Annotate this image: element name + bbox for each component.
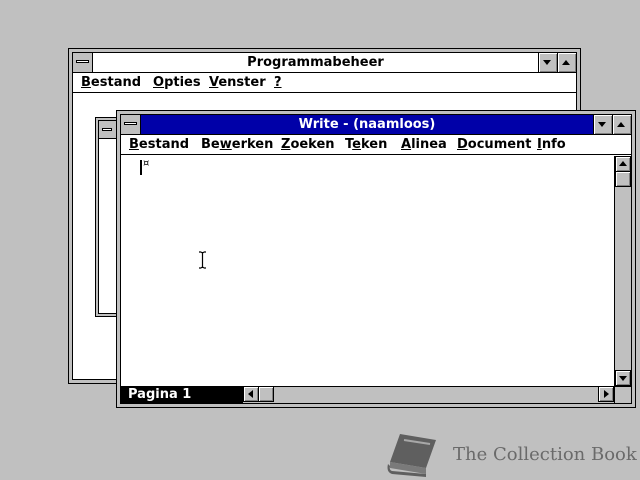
arrow-up-icon: [619, 161, 627, 166]
pm-menu-opties[interactable]: Opties: [153, 75, 201, 90]
arrow-down-icon: [619, 376, 627, 381]
maximize-icon: [617, 122, 625, 127]
watermark-text: The Collection Book: [453, 444, 637, 465]
program-manager-system-menu-button[interactable]: [73, 53, 93, 72]
scroll-left-button[interactable]: [243, 386, 259, 402]
horizontal-scrollbar[interactable]: [243, 386, 614, 403]
write-menu-alinea[interactable]: Alinea: [401, 137, 447, 152]
write-menubar: Bestand Bewerken Zoeken Teken Alinea Doc…: [121, 135, 631, 155]
write-system-menu-button[interactable]: [121, 115, 141, 134]
pm-menu-help[interactable]: ?: [274, 75, 282, 90]
program-group-system-menu-button[interactable]: [99, 121, 117, 139]
write-menu-bestand[interactable]: Bestand: [129, 137, 189, 152]
vertical-scroll-thumb[interactable]: [615, 171, 631, 187]
vertical-scrollbar[interactable]: [614, 156, 631, 386]
document-area[interactable]: ¤: [121, 156, 614, 386]
book-icon: [387, 434, 436, 477]
write-window[interactable]: Write - (naamloos) Bestand Bewerken Zoek…: [116, 110, 636, 408]
horizontal-scroll-thumb[interactable]: [258, 386, 274, 402]
scroll-right-button[interactable]: [598, 386, 614, 402]
pm-menu-bestand[interactable]: Bestand: [81, 75, 141, 90]
program-manager-title: Programmabeheer: [247, 55, 384, 70]
maximize-icon: [562, 60, 570, 65]
write-client: Write - (naamloos) Bestand Bewerken Zoek…: [120, 114, 632, 404]
page-indicator: Pagina 1: [128, 387, 192, 402]
write-minimize-button[interactable]: [593, 115, 612, 134]
program-manager-menubar: Bestand Opties Venster ?: [73, 73, 576, 93]
write-menu-teken[interactable]: Teken: [345, 137, 387, 152]
scrollbar-corner: [614, 386, 631, 403]
write-menu-info[interactable]: Info: [537, 137, 566, 152]
system-menu-icon: [102, 128, 112, 131]
status-area: Pagina 1: [121, 386, 243, 403]
program-manager-maximize-button[interactable]: [557, 53, 576, 72]
ibeam-cursor-icon: [199, 251, 206, 269]
system-menu-icon: [76, 60, 89, 63]
write-menu-zoeken[interactable]: Zoeken: [281, 137, 335, 152]
arrow-left-icon: [248, 390, 253, 398]
text-cursor: [140, 160, 142, 175]
minimize-icon: [598, 122, 606, 127]
write-menu-document[interactable]: Document: [457, 137, 532, 152]
write-maximize-button[interactable]: [612, 115, 631, 134]
write-title: Write - (naamloos): [298, 117, 436, 132]
program-manager-titlebar[interactable]: Programmabeheer: [73, 53, 576, 73]
end-of-document-mark: ¤: [143, 158, 150, 169]
minimize-icon: [543, 60, 551, 65]
write-titlebar[interactable]: Write - (naamloos): [121, 115, 631, 135]
system-menu-icon: [124, 122, 137, 125]
program-manager-minimize-button[interactable]: [538, 53, 557, 72]
pm-menu-venster[interactable]: Venster: [209, 75, 266, 90]
scroll-down-button[interactable]: [615, 370, 631, 386]
arrow-right-icon: [604, 390, 609, 398]
scroll-up-button[interactable]: [615, 156, 631, 172]
write-menu-bewerken[interactable]: Bewerken: [201, 137, 273, 152]
